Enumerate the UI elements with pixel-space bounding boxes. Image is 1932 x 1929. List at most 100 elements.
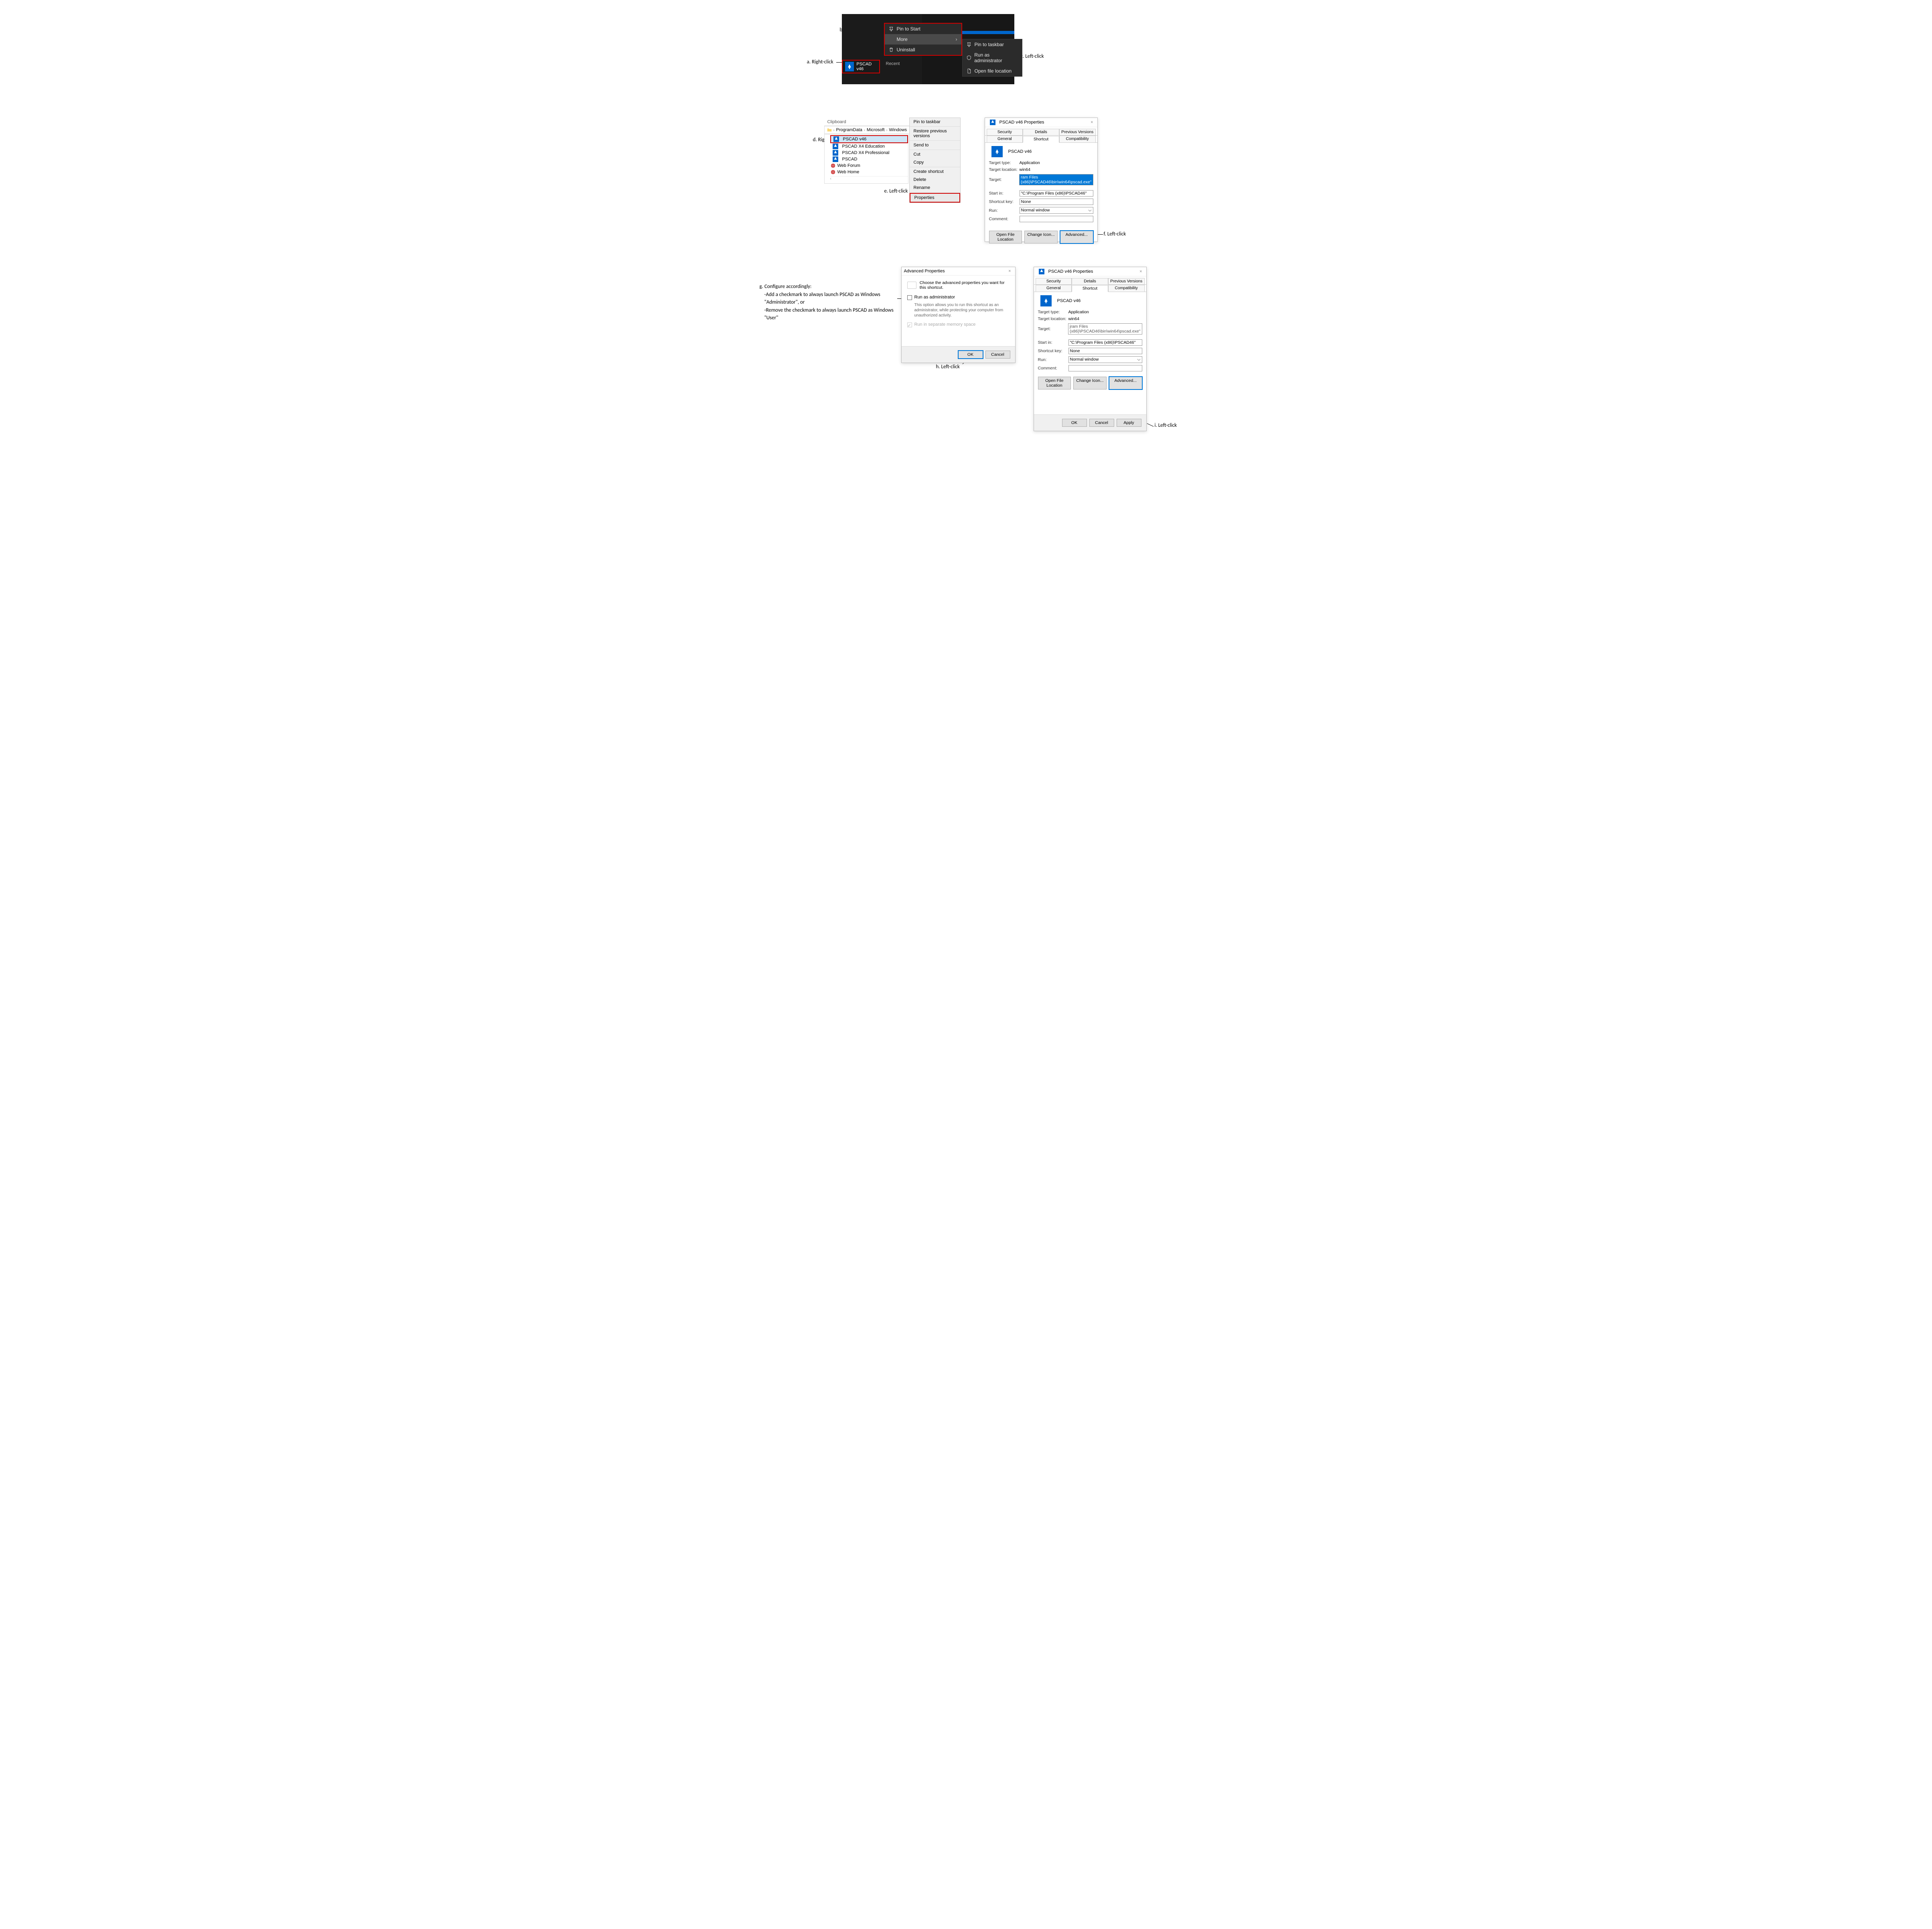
close-icon[interactable]: × xyxy=(1138,269,1143,274)
file-item[interactable]: PSCAD xyxy=(830,156,908,162)
ok-button[interactable]: OK xyxy=(1062,419,1087,427)
ctx-uninstall[interactable]: Uninstall xyxy=(885,45,961,55)
checkbox-run-admin[interactable] xyxy=(907,295,912,300)
cancel-button[interactable]: Cancel xyxy=(1089,419,1114,427)
ex-create-shortcut[interactable]: Create shortcut xyxy=(910,168,960,176)
lbl-target-loc: Target location: xyxy=(989,167,1020,172)
shield-icon xyxy=(967,55,971,60)
ex-cut[interactable]: Cut xyxy=(910,150,960,158)
ex-copy[interactable]: Copy xyxy=(910,158,960,166)
file-label-1: PSCAD X4 Education xyxy=(842,144,885,149)
btn-change-icon[interactable]: Change Icon... xyxy=(1073,377,1107,389)
start-menu: PSCAD v46 Recent Pin to Start More › Uni… xyxy=(842,14,1014,84)
close-icon[interactable]: × xyxy=(1007,269,1012,274)
pin-icon xyxy=(967,42,971,47)
pscad-icon xyxy=(990,120,995,125)
ex-sendto[interactable]: Send to xyxy=(910,141,960,149)
adv-title-bar: Advanced Properties × xyxy=(902,267,1015,276)
tab-details[interactable]: Details xyxy=(1072,278,1108,284)
run-val: Normal window xyxy=(1070,357,1099,362)
globe-icon xyxy=(830,163,836,168)
dialog-title-bar: PSCAD v46 Properties × xyxy=(1034,267,1146,276)
input-startin[interactable]: "C:\Program Files (x86)\PSCAD46" xyxy=(1068,339,1142,346)
lbl-shortcut: Shortcut key: xyxy=(989,199,1020,204)
file-item[interactable]: PSCAD X4 Education xyxy=(830,143,908,150)
file-item[interactable]: Web Home xyxy=(830,169,908,175)
select-run[interactable]: Normal window⌵ xyxy=(1068,356,1142,363)
close-icon[interactable]: × xyxy=(1089,120,1095,125)
tabs-row-2: General Shortcut Compatibility xyxy=(1034,285,1146,292)
apply-button[interactable]: Apply xyxy=(1117,419,1141,427)
explorer-context-menu: Pin to taskbar Restore previous versions… xyxy=(909,118,961,203)
crumb-2[interactable]: Windows xyxy=(889,128,907,132)
input-comment[interactable] xyxy=(1020,216,1093,222)
props-name: PSCAD v46 xyxy=(1057,298,1081,303)
tab-compat[interactable]: Compatibility xyxy=(1059,136,1096,142)
lbl-target-loc: Target location: xyxy=(1038,316,1068,321)
tab-prev[interactable]: Previous Versions xyxy=(1108,278,1145,284)
ex-restore[interactable]: Restore previous versions xyxy=(910,127,960,140)
val-target-type: Application xyxy=(1020,160,1093,165)
tab-shortcut[interactable]: Shortcut xyxy=(1023,136,1059,143)
crumb-0[interactable]: ProgramData xyxy=(836,128,862,132)
btn-open-location[interactable]: Open File Location xyxy=(1038,377,1071,389)
lbl-startin: Start in: xyxy=(989,191,1020,196)
file-label-5: Web Home xyxy=(837,170,860,174)
anno-a: a. Right-click xyxy=(807,59,833,65)
ex-delete[interactable]: Delete xyxy=(910,176,960,184)
properties-dialog-2: PSCAD v46 Properties × Security Details … xyxy=(1034,267,1147,431)
input-startin[interactable]: "C:\Program Files (x86)\PSCAD46" xyxy=(1020,190,1093,197)
ex-properties[interactable]: Properties xyxy=(910,193,960,203)
btn-change-icon[interactable]: Change Icon... xyxy=(1024,231,1058,243)
file-item[interactable]: Web Forum xyxy=(830,162,908,169)
input-shortcut[interactable]: None xyxy=(1068,348,1142,354)
tab-prev[interactable]: Previous Versions xyxy=(1059,129,1096,135)
btn-advanced[interactable]: Advanced... xyxy=(1109,377,1142,389)
crumb-1[interactable]: Microsoft xyxy=(867,128,885,132)
pin-icon xyxy=(889,26,894,31)
chevron-right-icon: › xyxy=(956,37,957,42)
input-comment[interactable] xyxy=(1068,365,1142,371)
val-target-loc: win64 xyxy=(1068,316,1142,321)
btn-open-location[interactable]: Open File Location xyxy=(989,231,1022,243)
tab-general[interactable]: General xyxy=(1036,285,1072,292)
btn-advanced[interactable]: Advanced... xyxy=(1060,231,1093,243)
select-run[interactable]: Normal window⌵ xyxy=(1020,207,1093,214)
sub-run-admin[interactable]: Run as administrator xyxy=(963,50,1022,66)
input-shortcut[interactable]: None xyxy=(1020,199,1093,205)
tab-details[interactable]: Details xyxy=(1023,129,1059,135)
g-line2: -Remove the checkmark to always launch P… xyxy=(760,306,900,322)
ribbon-clipboard: Clipboard xyxy=(827,118,855,126)
checkbox-sep-memory: ✓ xyxy=(907,323,912,327)
file-label-0: PSCAD v46 xyxy=(843,137,867,142)
tab-compat[interactable]: Compatibility xyxy=(1108,285,1145,292)
sub-pin-taskbar[interactable]: Pin to taskbar xyxy=(963,39,1022,50)
sub-open-location[interactable]: Open file location xyxy=(963,66,1022,76)
file-item[interactable]: PSCAD X4 Professional xyxy=(830,150,908,156)
dialog-title: PSCAD v46 Properties xyxy=(999,120,1044,125)
sub-open-loc-label: Open file location xyxy=(975,68,1012,74)
file-pscad-v46[interactable]: PSCAD v46 xyxy=(830,135,908,143)
ctx-pin-start[interactable]: Pin to Start xyxy=(885,24,961,34)
ctx-more[interactable]: More › xyxy=(885,34,961,45)
tab-general[interactable]: General xyxy=(987,136,1023,142)
tabs-row-2: General Shortcut Compatibility xyxy=(985,136,1097,143)
tab-security[interactable]: Security xyxy=(987,129,1023,135)
globe-icon xyxy=(830,169,836,175)
live-tile-strip xyxy=(962,31,1014,34)
lbl-target: Target: xyxy=(989,177,1020,182)
start-tile-pscad[interactable]: PSCAD v46 xyxy=(842,60,880,73)
chevron-down-icon: ⌵ xyxy=(1089,208,1092,213)
lbl-startin: Start in: xyxy=(1038,340,1068,345)
tab-security[interactable]: Security xyxy=(1036,278,1072,284)
adv-cancel-button[interactable]: Cancel xyxy=(985,351,1010,359)
tab-shortcut[interactable]: Shortcut xyxy=(1072,285,1108,292)
ex-rename[interactable]: Rename xyxy=(910,184,960,192)
input-target[interactable]: jram Files (x86)\PSCAD46\bin\win64\pscad… xyxy=(1068,323,1142,335)
adv-run-admin-label: Run as administrator xyxy=(914,295,955,300)
ex-pin-taskbar[interactable]: Pin to taskbar xyxy=(910,118,960,126)
input-target[interactable]: ram Files (x86)\PSCAD46\bin\win64\pscad.… xyxy=(1019,174,1093,185)
adv-ok-button[interactable]: OK xyxy=(958,351,983,359)
adv-sep-mem-label: Run in separate memory space xyxy=(914,322,976,327)
recent-label: Recent xyxy=(886,61,900,66)
